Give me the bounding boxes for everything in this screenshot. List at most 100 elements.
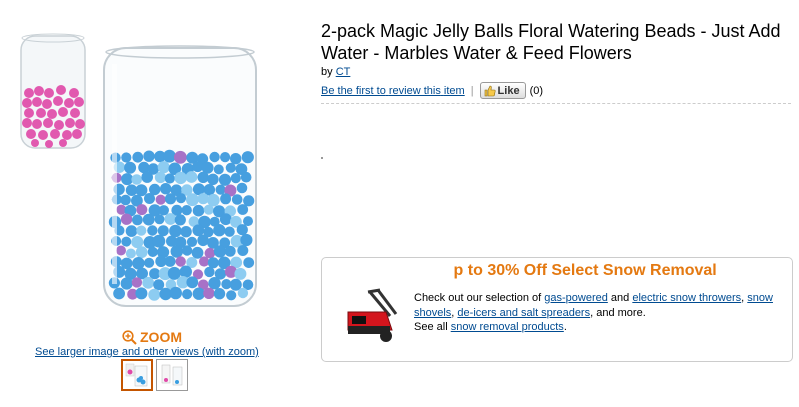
water-bead [182, 289, 193, 300]
water-bead [186, 193, 199, 207]
water-bead [226, 290, 237, 301]
magnifier-plus-icon [122, 329, 137, 345]
water-bead [141, 171, 153, 183]
water-bead [164, 213, 177, 225]
snow-thrower-image[interactable] [342, 286, 404, 344]
water-bead [203, 287, 215, 299]
promo-and: and [610, 292, 630, 304]
water-bead [207, 173, 219, 185]
water-bead [181, 205, 192, 216]
water-bead [135, 184, 148, 197]
snow-removal-products-link[interactable]: snow removal products [451, 321, 564, 333]
water-bead [147, 246, 158, 257]
water-bead [231, 194, 243, 205]
separator: | [470, 84, 474, 97]
thumbnail-strip [121, 359, 188, 391]
promo-comma-2: , [451, 306, 455, 319]
water-bead [204, 266, 215, 278]
electric-snow-throwers-link[interactable]: electric snow throwers [632, 292, 741, 304]
product-title: 2-pack Magic Jelly Balls Floral Watering… [321, 21, 781, 63]
promo-suffix: , and more. [590, 306, 646, 319]
water-bead [237, 204, 249, 215]
water-bead [113, 287, 125, 300]
water-bead [131, 277, 143, 288]
water-bead [124, 161, 137, 174]
water-bead [116, 245, 126, 256]
water-bead [219, 213, 232, 226]
divider [321, 103, 791, 104]
promo-title[interactable]: Up to 30% Off Select Snow Removal [442, 262, 717, 280]
water-bead [120, 213, 133, 225]
water-bead [125, 248, 136, 259]
water-bead [207, 257, 219, 269]
water-bead [213, 224, 226, 237]
main-product-image[interactable] [100, 44, 260, 310]
placeholder-dot [321, 157, 323, 159]
water-bead [143, 150, 155, 162]
review-link-end: item [443, 84, 465, 97]
water-bead [240, 171, 252, 183]
water-bead [169, 286, 182, 300]
review-link-mid: review this [388, 84, 441, 97]
like-count: (0) [529, 84, 544, 97]
first-review-link[interactable]: Be the first to review this item [321, 85, 465, 97]
review-link-prefix: Be the first to [321, 84, 386, 97]
water-bead [174, 171, 187, 185]
byline: by CT [321, 66, 350, 78]
water-bead [142, 276, 155, 289]
see-larger-image-link[interactable]: See larger image and other views (with z… [35, 346, 259, 358]
zoom-link[interactable]: ZOOM [122, 329, 182, 345]
water-bead [208, 277, 221, 290]
water-bead [136, 204, 148, 216]
water-bead [234, 267, 247, 280]
water-bead [237, 245, 249, 256]
water-bead [230, 173, 241, 184]
water-bead [241, 151, 254, 164]
water-bead [120, 194, 131, 206]
water-bead [163, 149, 176, 163]
thumbnail-2[interactable] [156, 359, 188, 391]
water-bead [121, 152, 132, 163]
water-bead [186, 276, 199, 289]
byline-prefix: by [321, 66, 333, 78]
water-bead [155, 194, 166, 205]
promo-text: Check out our selection of gas-powered a… [414, 291, 774, 335]
promo-box: Up to 30% Off Select Snow Removal Check … [321, 257, 793, 362]
water-bead [135, 246, 148, 259]
water-bead [192, 161, 204, 173]
water-bead [209, 151, 220, 163]
water-bead [121, 236, 132, 247]
water-bead [154, 171, 167, 184]
gas-powered-link[interactable]: gas-powered [544, 292, 608, 304]
water-bead [144, 193, 155, 204]
water-bead [154, 214, 165, 225]
water-bead [230, 153, 242, 165]
brand-link[interactable]: CT [336, 66, 351, 78]
water-bead [181, 245, 193, 256]
de-icers-link[interactable]: de-icers and salt spreaders [457, 307, 590, 319]
water-bead [132, 214, 143, 226]
promo-corner-overlay [417, 258, 453, 292]
water-bead [169, 224, 182, 238]
water-bead [192, 287, 205, 300]
water-bead [192, 224, 205, 237]
water-bead [224, 226, 235, 237]
water-bead [164, 193, 177, 205]
water-bead [136, 225, 147, 236]
water-bead [175, 193, 187, 204]
water-bead [225, 162, 236, 173]
water-bead [197, 234, 209, 247]
promo-prefix: Check out our selection of [414, 292, 542, 304]
thumbnail-1[interactable] [121, 359, 153, 391]
like-button[interactable]: Like [479, 82, 526, 99]
water-bead [121, 173, 134, 186]
water-bead [179, 265, 192, 278]
water-bead [144, 257, 155, 268]
promo-period: . [563, 321, 567, 333]
side-product-image[interactable] [19, 33, 87, 151]
water-bead [220, 152, 231, 163]
water-bead [142, 213, 155, 226]
water-bead [125, 225, 138, 237]
promo-comma: , [741, 292, 745, 304]
water-bead [160, 183, 172, 195]
